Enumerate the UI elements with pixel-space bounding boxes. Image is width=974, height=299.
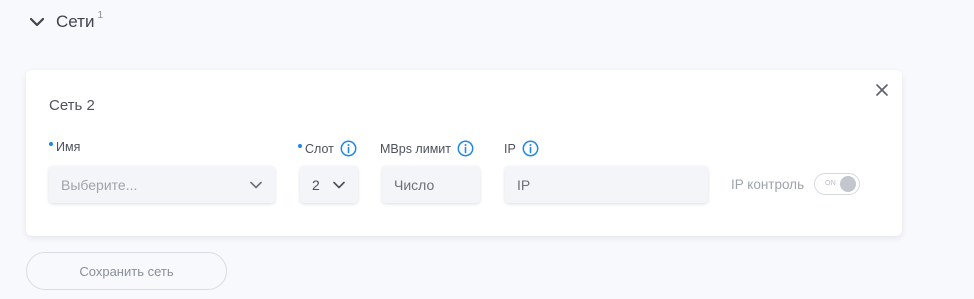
network-card: Сеть 2 Имя Выберите... Слот 2 MBps лимит [26,70,902,236]
ip-control-toggle[interactable]: ON [814,173,860,195]
info-icon[interactable] [457,140,474,157]
mbps-label: MBps лимит [380,141,452,156]
chevron-down-icon [250,181,262,188]
name-label: Имя [56,140,81,154]
toggle-text: ON [825,180,837,187]
ip-label-wrap: IP [504,140,539,157]
slot-label-wrap: Слот [298,140,357,157]
required-dot [298,143,302,148]
name-label-wrap: Имя [49,140,80,154]
close-icon[interactable] [874,82,890,98]
chevron-down-icon [29,17,45,27]
mbps-label-wrap: MBps лимит [380,140,474,157]
info-icon[interactable] [340,140,357,157]
chevron-down-icon [333,181,345,188]
ip-control-label: IP контроль [731,177,805,192]
ip-placeholder: IP [517,176,531,193]
card-title: Сеть 2 [49,97,95,114]
required-dot [49,142,53,146]
slot-select[interactable]: 2 [300,166,358,203]
ip-label: IP [504,141,516,156]
slot-value: 2 [312,176,320,193]
info-icon[interactable] [522,140,539,157]
mbps-input[interactable]: Число [382,166,480,203]
toggle-knob [840,176,856,192]
section-title: Сети [56,12,95,31]
mbps-placeholder: Число [394,176,435,193]
name-placeholder: Выберите... [61,176,138,193]
name-select[interactable]: Выберите... [49,166,275,203]
ip-input[interactable]: IP [505,166,708,203]
save-network-button[interactable]: Сохранить сеть [26,252,227,290]
section-header-networks[interactable]: Сети 1 [28,9,104,32]
slot-label: Слот [305,141,334,156]
section-count: 1 [97,9,104,21]
